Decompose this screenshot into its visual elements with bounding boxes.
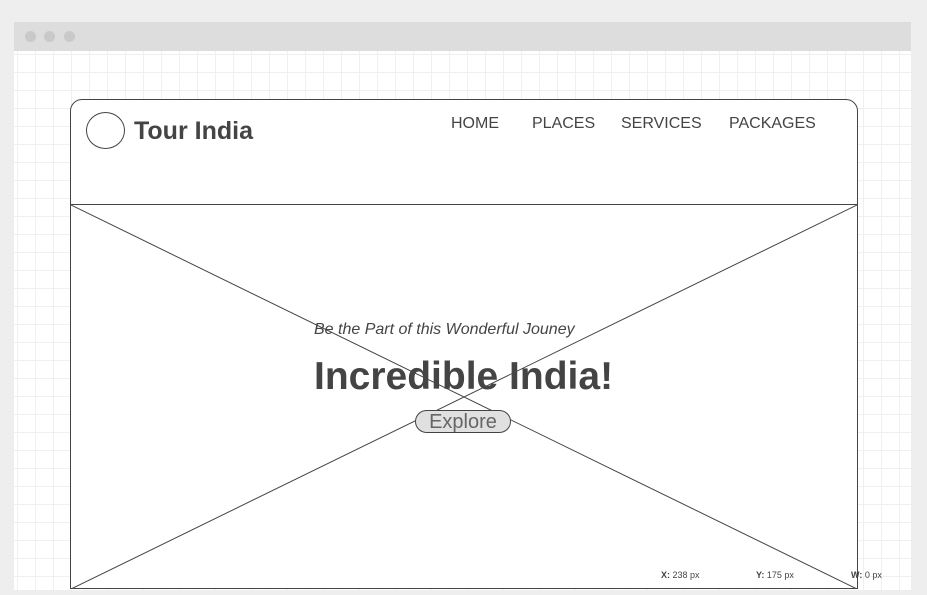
nav-services[interactable]: SERVICES bbox=[621, 115, 702, 133]
website-mockup-frame: Tour India HOME PLACES SERVICES PACKAGES… bbox=[70, 99, 858, 589]
logo-placeholder-circle bbox=[86, 112, 125, 149]
coordinate-readout: X: 238 px Y: 175 px W: 0 px bbox=[640, 568, 927, 582]
x-label: X: bbox=[661, 570, 670, 580]
y-readout: Y: 175 px bbox=[756, 570, 794, 580]
hero-tagline: Be the Part of this Wonderful Jouney bbox=[314, 321, 575, 338]
w-readout: W: 0 px bbox=[851, 570, 882, 580]
x-value: 238 px bbox=[672, 570, 700, 580]
hero-image-placeholder: Be the Part of this Wonderful Jouney Inc… bbox=[71, 204, 857, 588]
window-titlebar bbox=[14, 22, 911, 51]
close-window-dot[interactable] bbox=[25, 31, 36, 42]
nav-packages[interactable]: PACKAGES bbox=[729, 115, 816, 133]
minimize-window-dot[interactable] bbox=[44, 31, 55, 42]
w-value: 0 px bbox=[864, 570, 882, 580]
maximize-window-dot[interactable] bbox=[64, 31, 75, 42]
y-value: 175 px bbox=[766, 570, 794, 580]
nav-places[interactable]: PLACES bbox=[532, 115, 595, 133]
explore-button[interactable]: Explore bbox=[415, 410, 511, 433]
y-label: Y: bbox=[756, 570, 765, 580]
w-label: W: bbox=[851, 570, 863, 580]
nav-home[interactable]: HOME bbox=[451, 115, 499, 133]
brand-title: Tour India bbox=[134, 117, 253, 145]
x-readout: X: 238 px bbox=[661, 570, 700, 580]
hero-headline: Incredible India! bbox=[314, 355, 614, 398]
